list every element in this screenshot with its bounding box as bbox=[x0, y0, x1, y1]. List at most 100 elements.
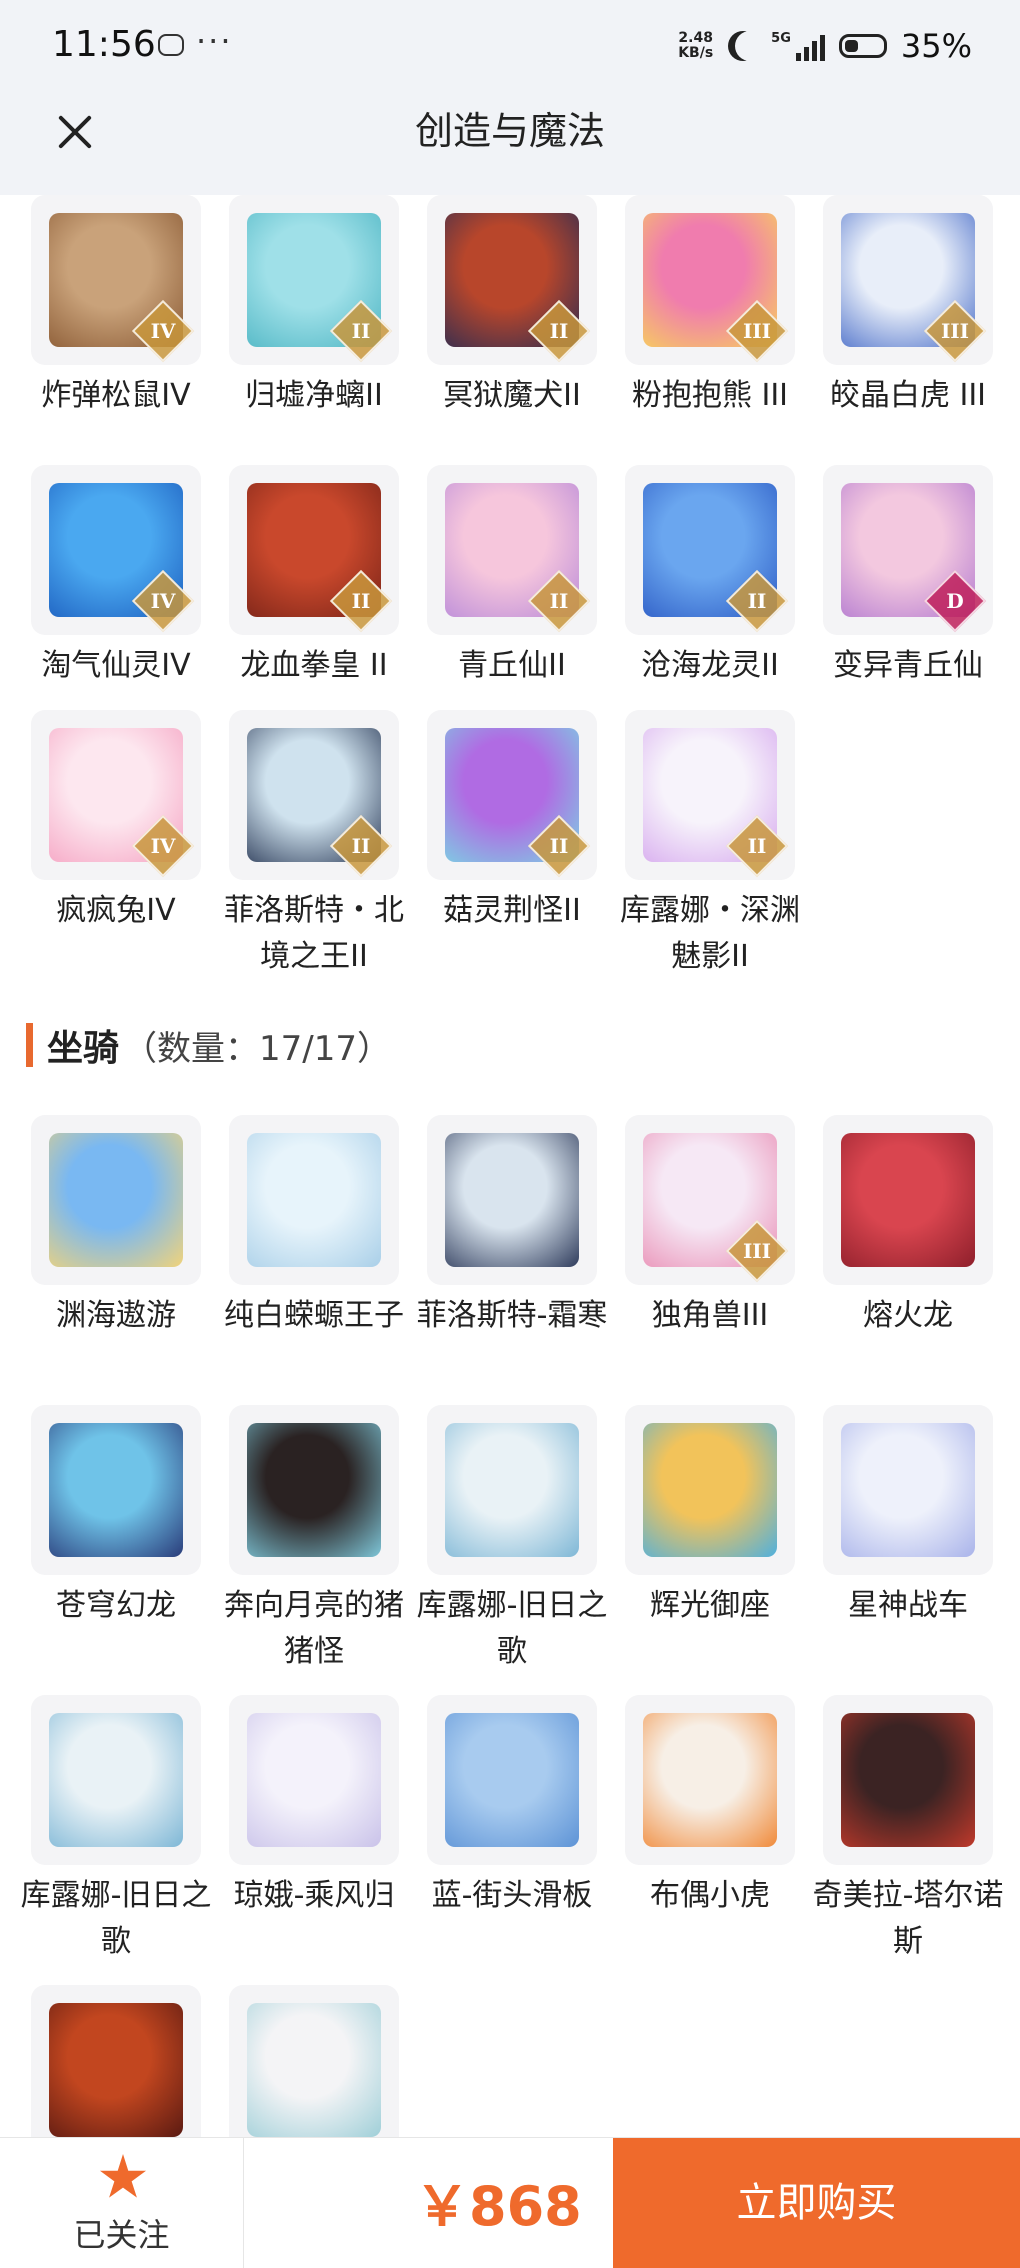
pet-card[interactable]: II 青丘仙II bbox=[413, 465, 611, 710]
status-bar: 11:56 ··· 2.48 KB/s 5G 35% bbox=[0, 0, 1020, 95]
pet-card[interactable]: II 沧海龙灵II bbox=[611, 465, 809, 710]
pet-card[interactable]: D 变异青丘仙 bbox=[809, 465, 1007, 710]
item-name: 库露娜・深渊魅影II bbox=[620, 893, 800, 974]
item-name: 粉抱抱熊 III bbox=[631, 378, 789, 413]
item-name: 渊海遨游 bbox=[56, 1298, 176, 1333]
item-art bbox=[445, 1133, 579, 1267]
item-thumbnail bbox=[427, 1405, 597, 1575]
status-more-icon: ··· bbox=[196, 22, 233, 60]
item-name: 冥狱魔犬II bbox=[443, 378, 581, 413]
item-art bbox=[445, 1713, 579, 1847]
follow-label: 已关注 bbox=[73, 2216, 170, 2254]
item-name: 菇灵荆怪II bbox=[443, 893, 581, 928]
item-name: 辉光御座 bbox=[650, 1588, 770, 1623]
item-thumbnail bbox=[625, 1695, 795, 1865]
mount-card[interactable]: 渊海遨游 bbox=[17, 1115, 215, 1405]
pet-card[interactable]: IV 疯疯兔IV bbox=[17, 710, 215, 980]
pet-card[interactable]: III 粉抱抱熊 III bbox=[611, 195, 809, 465]
mount-card[interactable]: 纯白蝾螈王子 bbox=[215, 1115, 413, 1405]
item-thumbnail: II bbox=[625, 465, 795, 635]
item-name: 炸弹松鼠IV bbox=[41, 378, 191, 413]
item-thumbnail: II bbox=[427, 465, 597, 635]
mount-card[interactable]: 苍穹幻龙 bbox=[17, 1405, 215, 1695]
item-art bbox=[247, 1133, 381, 1267]
item-thumbnail bbox=[823, 1695, 993, 1865]
star-icon bbox=[99, 2154, 147, 2198]
section-title: 坐骑 bbox=[47, 1028, 120, 1069]
item-name: 沧海龙灵II bbox=[641, 648, 779, 683]
item-name: 变异青丘仙 bbox=[833, 648, 983, 683]
mount-card[interactable]: 库露娜-旧日之歌 bbox=[17, 1695, 215, 1985]
mount-card[interactable]: 琼娥-乘风归 bbox=[215, 1695, 413, 1985]
item-thumbnail bbox=[823, 1115, 993, 1285]
price: ￥868 bbox=[415, 2175, 582, 2238]
pet-card[interactable]: III 皎晶白虎 III bbox=[809, 195, 1007, 465]
mount-card[interactable]: 库露娜-旧日之歌 bbox=[413, 1405, 611, 1695]
mount-card[interactable]: 熔火龙 bbox=[809, 1115, 1007, 1405]
item-thumbnail: III bbox=[625, 1115, 795, 1285]
page-title: 创造与魔法 bbox=[414, 109, 605, 153]
item-art bbox=[247, 2003, 381, 2137]
item-thumbnail: D bbox=[823, 465, 993, 635]
section-accent-bar bbox=[26, 1023, 33, 1067]
item-name: 青丘仙II bbox=[458, 648, 566, 683]
item-thumbnail: IV bbox=[31, 195, 201, 365]
mount-card[interactable]: 蓝-街头滑板 bbox=[413, 1695, 611, 1985]
network-speed: 2.48 KB/s bbox=[678, 30, 714, 61]
mount-card[interactable]: 辉光御座 bbox=[611, 1405, 809, 1695]
item-thumbnail bbox=[625, 1405, 795, 1575]
item-name: 奔向月亮的猪猪怪 bbox=[224, 1588, 404, 1669]
item-thumbnail bbox=[31, 1985, 201, 2155]
mount-card[interactable]: 奔向月亮的猪猪怪 bbox=[215, 1405, 413, 1695]
mount-card[interactable]: III 独角兽III bbox=[611, 1115, 809, 1405]
header: 创造与魔法 bbox=[0, 95, 1020, 195]
item-thumbnail bbox=[229, 1985, 399, 2155]
item-thumbnail: IV bbox=[31, 710, 201, 880]
item-art bbox=[643, 1423, 777, 1557]
item-thumbnail: II bbox=[427, 710, 597, 880]
signal-icon: 5G bbox=[771, 31, 825, 61]
item-thumbnail bbox=[31, 1115, 201, 1285]
pet-card[interactable]: II 菇灵荆怪II bbox=[413, 710, 611, 980]
item-thumbnail: II bbox=[229, 710, 399, 880]
item-thumbnail: II bbox=[229, 465, 399, 635]
battery-icon bbox=[838, 34, 887, 58]
mounts-heading: 坐骑 （数量：17/17） bbox=[26, 1020, 391, 1070]
pet-card[interactable]: II 库露娜・深渊魅影II bbox=[611, 710, 809, 980]
status-indicators: 2.48 KB/s 5G 35% bbox=[678, 26, 972, 66]
pet-card[interactable]: II 菲洛斯特・北境之王II bbox=[215, 710, 413, 980]
item-art bbox=[247, 1713, 381, 1847]
mounts-section: 渊海遨游 纯白蝾螈王子 菲洛斯特-霜寒 III 独角兽III 熔火龙苍穹幻龙 奔向月亮的猪猪… bbox=[0, 1115, 1020, 2165]
item-name: 库露娜-旧日之歌 bbox=[20, 1878, 212, 1959]
item-thumbnail: II bbox=[229, 195, 399, 365]
item-art bbox=[445, 1423, 579, 1557]
item-thumbnail bbox=[229, 1695, 399, 1865]
mount-card[interactable]: 星神战车 bbox=[809, 1405, 1007, 1695]
pet-card[interactable]: II 龙血拳皇 II bbox=[215, 465, 413, 710]
pet-card[interactable]: IV 炸弹松鼠IV bbox=[17, 195, 215, 465]
mount-card[interactable]: 奇美拉-塔尔诺斯 bbox=[809, 1695, 1007, 1985]
item-name: 纯白蝾螈王子 bbox=[224, 1298, 404, 1333]
item-art bbox=[643, 1713, 777, 1847]
pet-card[interactable]: IV 淘气仙灵IV bbox=[17, 465, 215, 710]
item-art bbox=[841, 1713, 975, 1847]
item-name: 星神战车 bbox=[848, 1588, 968, 1623]
item-name: 疯疯兔IV bbox=[56, 893, 176, 928]
item-thumbnail bbox=[31, 1695, 201, 1865]
item-name: 蓝-街头滑板 bbox=[431, 1878, 593, 1913]
item-art bbox=[49, 2003, 183, 2137]
item-name: 菲洛斯特・北境之王II bbox=[224, 893, 404, 974]
follow-button[interactable]: 已关注 bbox=[0, 2138, 244, 2268]
item-name: 库露娜-旧日之歌 bbox=[416, 1588, 608, 1669]
item-name: 奇美拉-塔尔诺斯 bbox=[812, 1878, 1004, 1959]
notification-icon bbox=[158, 34, 184, 56]
item-art bbox=[247, 1423, 381, 1557]
mount-card[interactable]: 菲洛斯特-霜寒 bbox=[413, 1115, 611, 1405]
item-name: 皎晶白虎 III bbox=[829, 378, 987, 413]
item-name: 龙血拳皇 II bbox=[240, 648, 388, 683]
mount-card[interactable]: 布偶小虎 bbox=[611, 1695, 809, 1985]
item-thumbnail bbox=[229, 1115, 399, 1285]
pet-card[interactable]: II 冥狱魔犬II bbox=[413, 195, 611, 465]
buy-now-button[interactable]: 立即购买 bbox=[613, 2138, 1020, 2268]
pet-card[interactable]: II 归墟净螭II bbox=[215, 195, 413, 465]
